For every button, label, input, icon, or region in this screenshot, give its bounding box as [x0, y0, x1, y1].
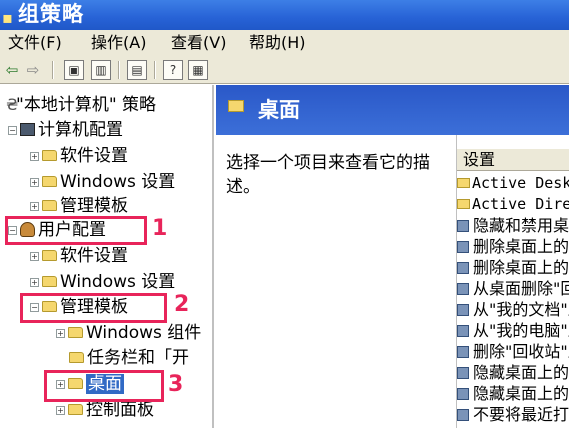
tree-cc-windows[interactable]: + Windows 设置 — [30, 170, 175, 194]
folder-icon — [68, 403, 83, 415]
help-icon[interactable]: ? — [163, 60, 183, 80]
folder-icon — [228, 100, 244, 112]
expand-icon[interactable]: + — [30, 201, 39, 211]
folder-icon — [42, 249, 57, 261]
annotation-box-1 — [5, 216, 147, 245]
menu-bar: 文件(F) 操作(A) 查看(V) 帮助(H) — [0, 30, 569, 56]
folder-icon — [42, 199, 57, 211]
policy-setting-icon — [457, 324, 469, 337]
policy-setting-icon — [457, 240, 469, 253]
properties-icon[interactable]: ▦ — [188, 60, 208, 80]
expand-icon[interactable]: + — [30, 251, 39, 261]
list-item[interactable]: 隐藏和禁用桌面上的所有项目 — [457, 215, 569, 236]
app-icon: ▪ — [2, 8, 13, 27]
menu-help[interactable]: 帮助(H) — [249, 30, 306, 56]
settings-list: 设置 Active Desktop Active Directory 隐藏和禁用… — [456, 135, 569, 428]
list-item[interactable]: 隐藏桌面上的"网上邻居"图标 — [457, 362, 569, 383]
policy-setting-icon — [457, 345, 469, 358]
list-item[interactable]: 从"我的电脑"上下文菜单删除"属性" — [457, 320, 569, 341]
list-item[interactable]: 从"我的文档"上下文菜单删除"属性" — [457, 299, 569, 320]
expand-icon[interactable]: + — [30, 277, 39, 287]
folder-icon — [42, 149, 57, 161]
expand-icon[interactable]: + — [30, 177, 39, 187]
folder-icon — [68, 326, 83, 338]
list-item[interactable]: 不要将最近打开的文档的共享添加到网上邻居 — [457, 404, 569, 425]
tree-cc-software[interactable]: + 软件设置 — [30, 144, 128, 168]
expand-icon[interactable]: + — [56, 328, 65, 338]
toolbar-separator — [118, 61, 120, 79]
policy-setting-icon — [457, 408, 469, 421]
folder-icon — [69, 351, 84, 363]
export-list-icon[interactable]: ▤ — [127, 60, 147, 80]
tree-cc-admin[interactable]: + 管理模板 — [30, 194, 128, 218]
toolbar: ⇦ ⇨ ▣ ▥ ▤ ? ▦ — [0, 56, 569, 84]
expand-icon[interactable]: + — [56, 405, 65, 415]
annotation-number-3: 3 — [168, 372, 184, 397]
policy-setting-icon — [457, 303, 469, 316]
list-item[interactable]: Active Directory — [457, 194, 569, 215]
description-text: 选择一个项目来查看它的描述。 — [226, 153, 430, 197]
details-header: 桌面 — [216, 85, 569, 135]
details-title: 桌面 — [258, 98, 300, 122]
folder-icon — [42, 175, 57, 187]
policy-setting-icon — [457, 387, 469, 400]
list-item[interactable]: 删除"回收站"上下文菜单中的"属性" — [457, 341, 569, 362]
details-pane: 桌面 选择一个项目来查看它的描述。 设置 Active Desktop Acti… — [216, 85, 569, 428]
tree-root[interactable]: ₴"本地计算机" 策略 — [6, 93, 156, 117]
list-item[interactable]: 隐藏桌面上的"Internet Explorer"图标 — [457, 383, 569, 404]
forward-arrow-icon[interactable]: ⇨ — [24, 60, 42, 80]
tree-uc-windows[interactable]: + Windows 设置 — [30, 270, 175, 294]
tree-uc-software[interactable]: + 软件设置 — [30, 244, 128, 268]
menu-file[interactable]: 文件(F) — [8, 30, 62, 56]
policy-root-icon: ₴ — [6, 95, 19, 114]
policy-setting-icon — [457, 282, 469, 295]
folder-icon — [457, 198, 470, 209]
tree-computer-config[interactable]: − 计算机配置 — [8, 118, 123, 142]
policy-setting-icon — [457, 219, 469, 232]
tree-uc-admin-windows[interactable]: + Windows 组件 — [56, 321, 201, 345]
policy-setting-icon — [457, 366, 469, 379]
list-item[interactable]: 删除桌面上的"我的电脑"图标 — [457, 257, 569, 278]
policy-setting-icon — [457, 261, 469, 274]
toolbar-separator — [52, 61, 54, 79]
expand-icon[interactable]: + — [30, 151, 39, 161]
annotation-box-2 — [20, 293, 167, 323]
collapse-icon[interactable]: − — [8, 125, 17, 135]
show-hide-tree-icon[interactable]: ▥ — [91, 60, 111, 80]
tree-uc-admin-taskbar[interactable]: 任务栏和「开 — [69, 346, 189, 370]
toolbar-separator — [154, 61, 156, 79]
title-bar: ▪ 组策略 — [0, 0, 569, 30]
back-arrow-icon[interactable]: ⇦ — [3, 60, 21, 80]
list-item[interactable]: Active Desktop — [457, 173, 569, 194]
up-folder-icon[interactable]: ▣ — [64, 60, 84, 80]
window-title: 组策略 — [18, 2, 84, 26]
folder-icon — [457, 177, 470, 188]
annotation-number-1: 1 — [152, 216, 168, 241]
column-header-settings[interactable]: 设置 — [457, 149, 569, 171]
tree-pane: ₴"本地计算机" 策略 − 计算机配置 + 软件设置 + Windows 设置 + 管理… — [0, 85, 214, 428]
annotation-number-2: 2 — [174, 292, 190, 317]
list-item[interactable]: 删除桌面上的"我的文档"图标 — [457, 236, 569, 257]
menu-action[interactable]: 操作(A) — [91, 30, 146, 56]
folder-icon — [42, 275, 57, 287]
annotation-box-3 — [44, 370, 164, 402]
list-item[interactable]: 从桌面删除"回收站"图标 — [457, 278, 569, 299]
computer-icon — [20, 122, 35, 136]
menu-view[interactable]: 查看(V) — [171, 30, 226, 56]
